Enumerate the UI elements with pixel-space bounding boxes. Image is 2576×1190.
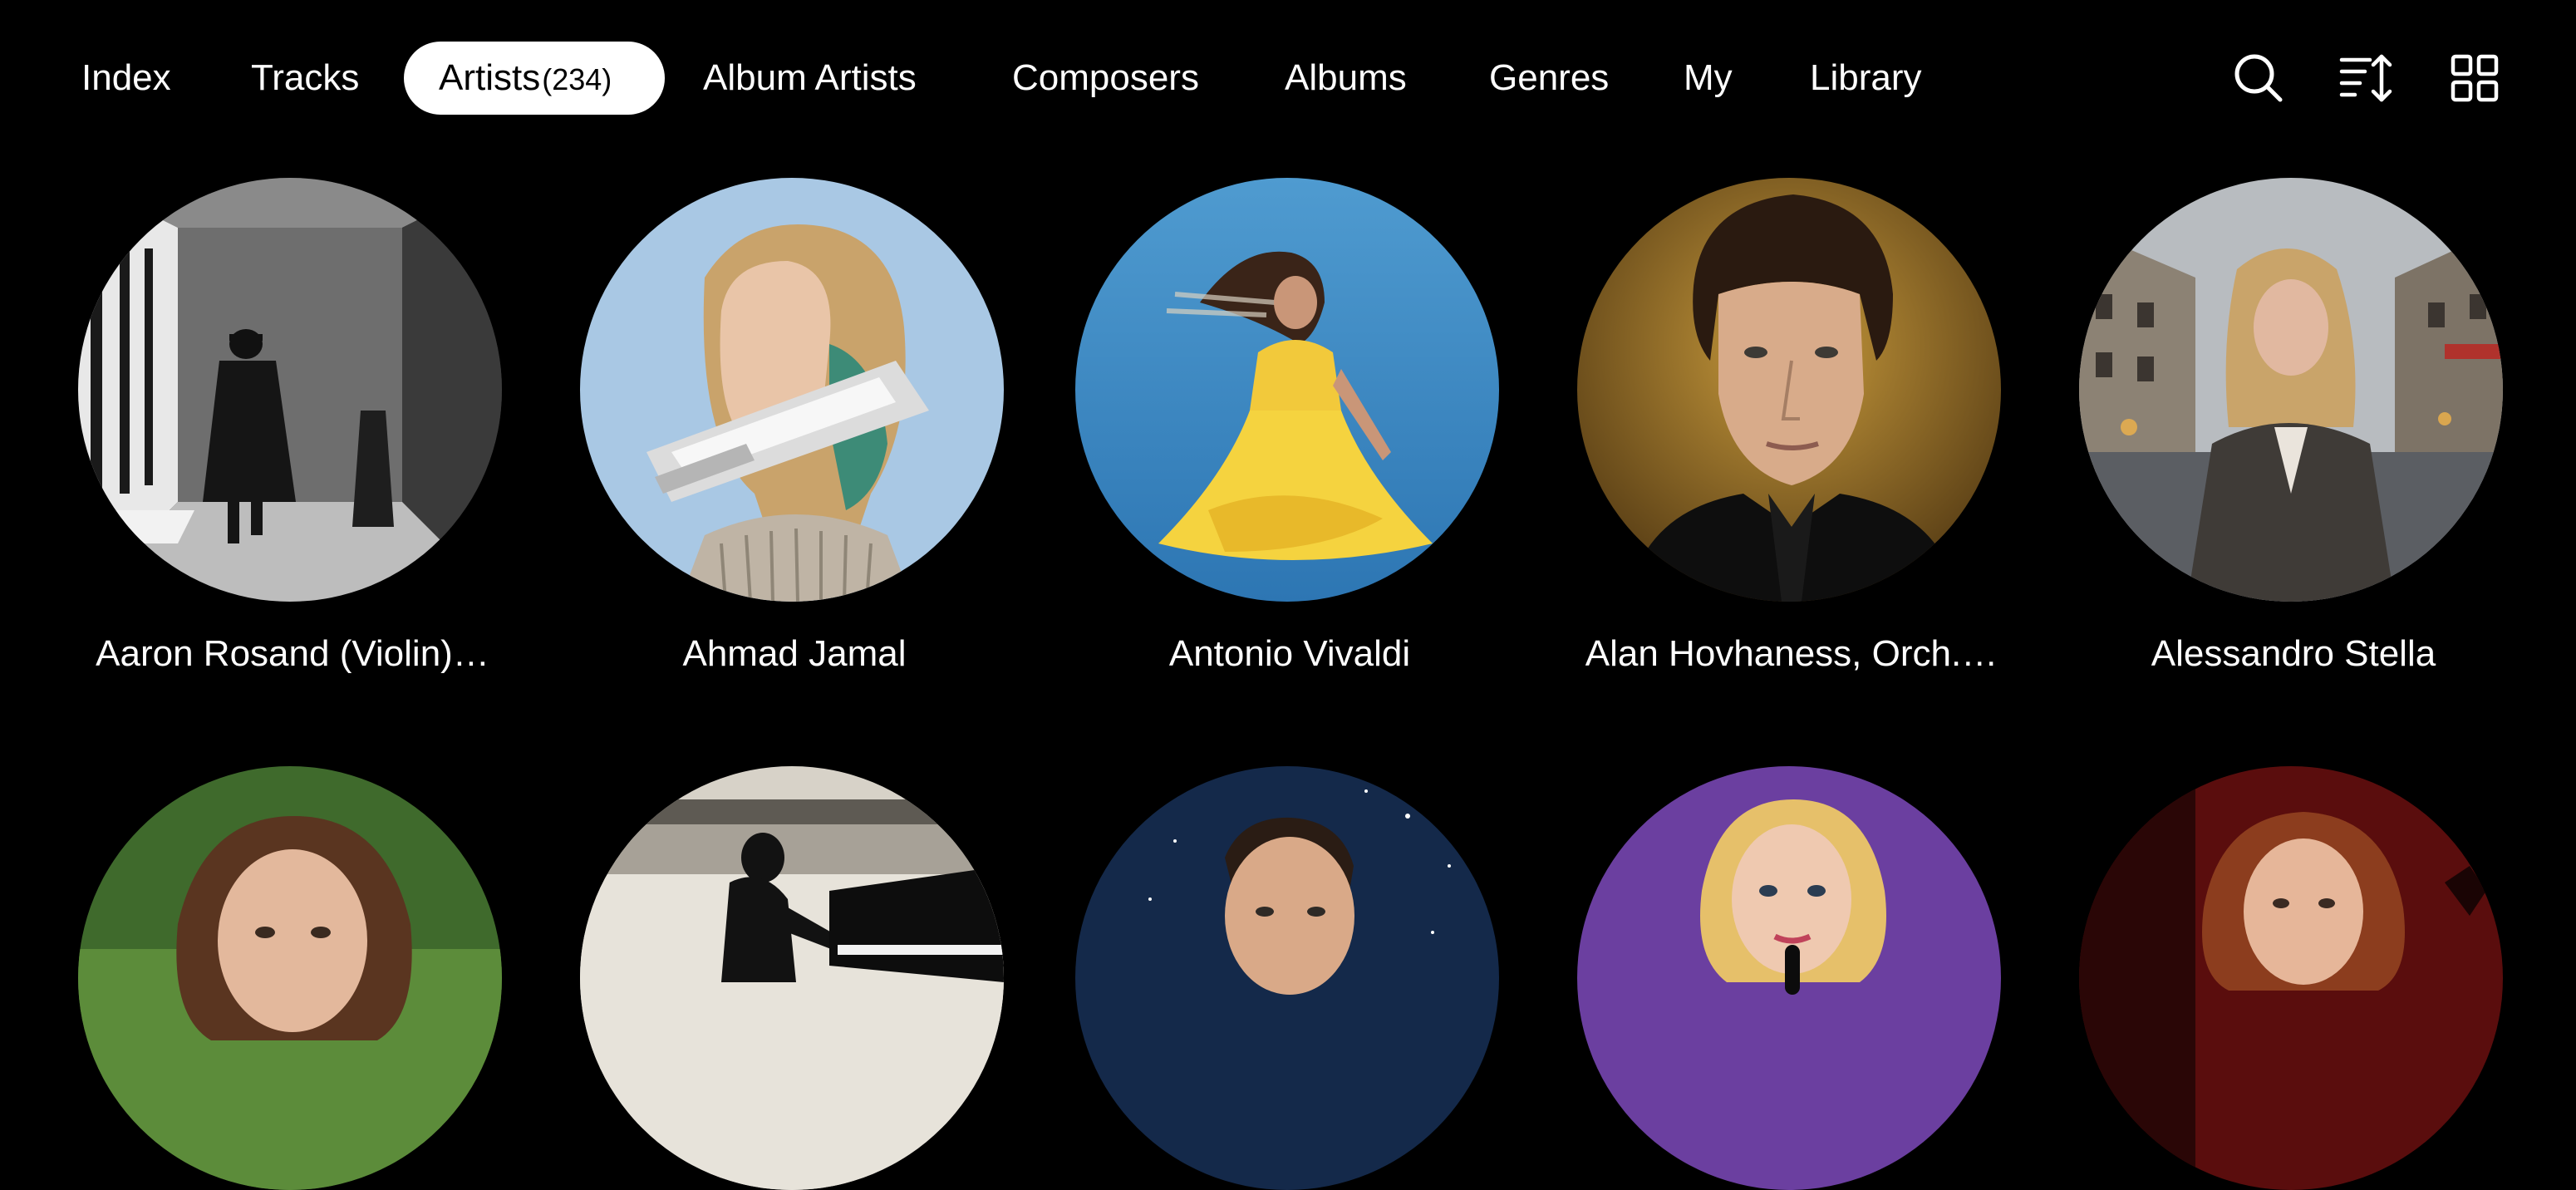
artist-photo-image [2079, 766, 2503, 1190]
tab-my[interactable]: My [1684, 42, 1733, 115]
artist-photo [2079, 178, 2503, 602]
artist-photo [1075, 178, 1499, 602]
search-button[interactable] [2224, 43, 2293, 113]
artist-photo [580, 178, 1004, 602]
artist-photo [78, 178, 502, 602]
sort-button[interactable] [2332, 43, 2401, 113]
grid-view-button[interactable] [2440, 43, 2510, 113]
search-icon [2234, 54, 2283, 102]
artist-photo [1577, 766, 2001, 1190]
artist-photo [580, 766, 1004, 1190]
tab-artists-label: Artists [439, 57, 541, 98]
artist-name: Alessandro Stella [2151, 633, 2436, 674]
tab-album-artists[interactable]: Album Artists [703, 42, 917, 115]
artist-photo-image [580, 766, 1004, 1190]
artist-photo-image [580, 178, 1004, 602]
tab-genres[interactable]: Genres [1489, 42, 1609, 115]
artist-photo-image [78, 178, 502, 602]
artist-photo-image [1075, 178, 1499, 602]
artist-photo-image [78, 766, 502, 1190]
tab-artists[interactable]: Artists(234) [404, 42, 665, 115]
artist-photo [1075, 766, 1499, 1190]
artist-photo-image [1075, 766, 1499, 1190]
artist-photo [78, 766, 502, 1190]
artist-name: Antonio Vivaldi [1168, 633, 1411, 674]
artist-name: Ahmad Jamal [682, 633, 907, 674]
tab-tracks[interactable]: Tracks [251, 42, 359, 115]
tab-albums[interactable]: Albums [1285, 42, 1407, 115]
top-navigation: Index Tracks Artists(234) Album Artists … [0, 0, 2576, 158]
tab-index[interactable]: Index [81, 42, 171, 115]
artist-photo-image [1577, 178, 2001, 602]
grid-view-icon [2451, 54, 2499, 102]
artist-name: Alan Hovhaness, Orch.… [1585, 633, 1998, 674]
tab-composers[interactable]: Composers [1012, 42, 1199, 115]
tab-library[interactable]: Library [1810, 42, 1922, 115]
artist-photo [1577, 178, 2001, 602]
artist-name: Aaron Rosand (Violin)… [96, 633, 489, 674]
artist-photo-image [1577, 766, 2001, 1190]
sort-icon [2339, 54, 2392, 102]
artist-photo-image [2079, 178, 2503, 602]
tab-artists-count: (234) [542, 62, 612, 96]
artist-photo [2079, 766, 2503, 1190]
